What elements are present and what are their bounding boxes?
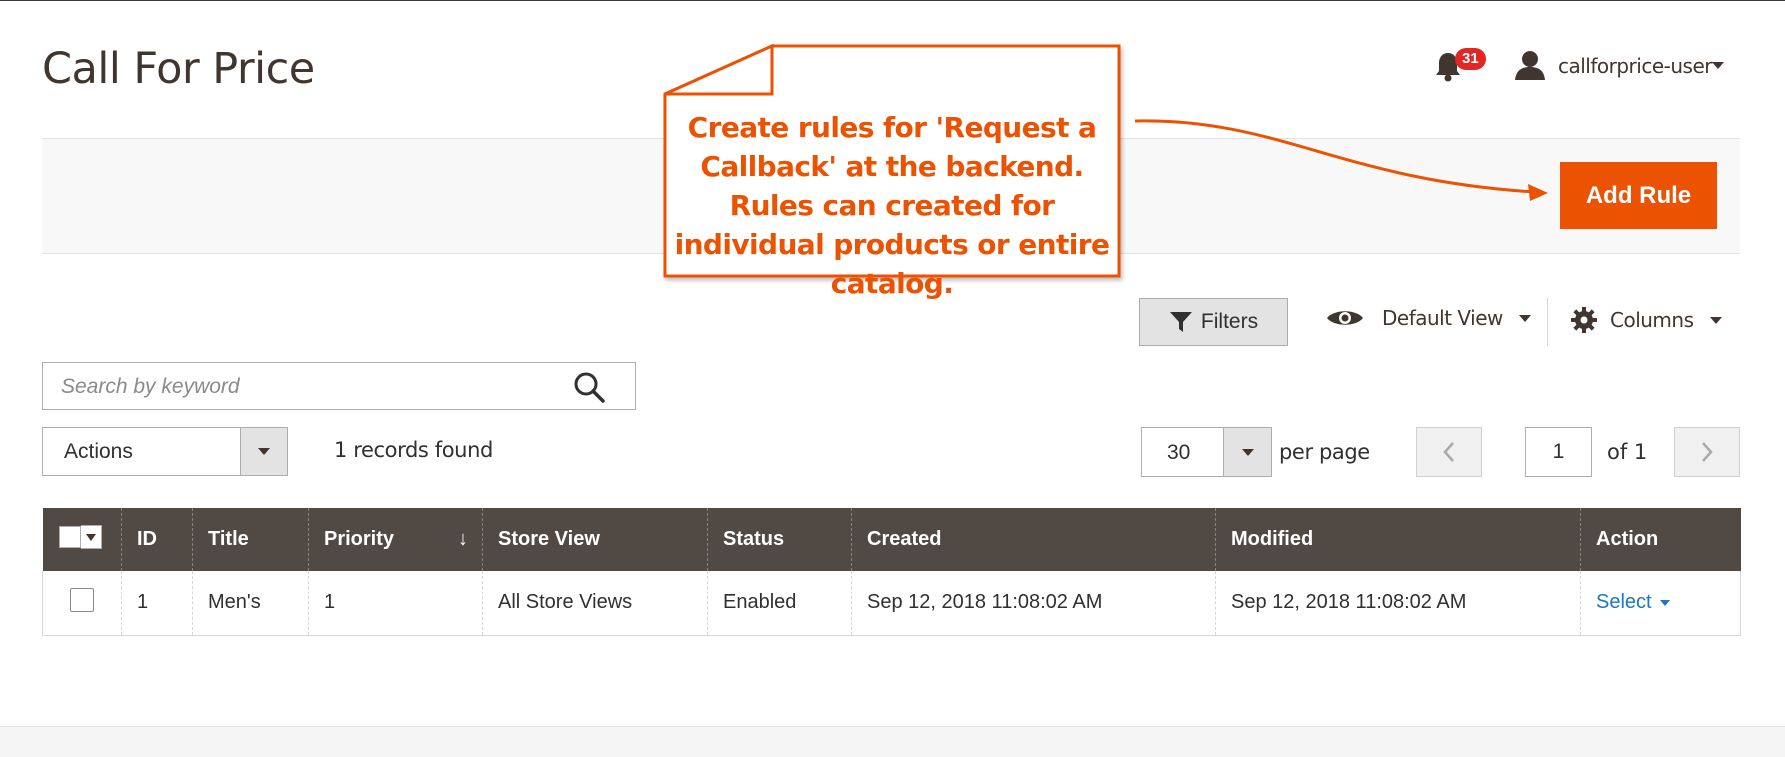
mass-select-toggle[interactable]	[80, 525, 102, 549]
column-header-id[interactable]: ID	[121, 508, 193, 571]
column-header-store-view[interactable]: Store View	[482, 508, 708, 571]
default-view-dropdown[interactable]: Default View	[1326, 306, 1531, 330]
default-view-label: Default View	[1382, 306, 1503, 330]
cell-created: Sep 12, 2018 11:08:02 AM	[851, 571, 1216, 636]
footer-band	[0, 726, 1785, 757]
sort-descending-icon: ↓	[458, 528, 468, 550]
per-page-select[interactable]: 30	[1141, 427, 1272, 477]
filters-label: Filters	[1200, 310, 1259, 333]
chevron-right-icon	[1702, 442, 1713, 462]
mass-actions-label: Actions	[64, 440, 133, 463]
rules-grid: ID Title Priority ↓ Store View Status Cr…	[42, 508, 1741, 636]
chevron-down-icon	[1659, 599, 1670, 606]
cell-priority: 1	[308, 571, 483, 636]
column-header-created[interactable]: Created	[851, 508, 1216, 571]
cell-action: Select	[1580, 571, 1741, 636]
page-prev-button[interactable]	[1416, 427, 1482, 477]
user-menu-caret-icon[interactable]	[1712, 62, 1724, 69]
columns-dropdown[interactable]: Columns	[1570, 306, 1722, 334]
column-header-action: Action	[1580, 508, 1741, 571]
column-header-status[interactable]: Status	[707, 508, 852, 571]
toolbar-divider	[1547, 298, 1548, 346]
filter-icon	[1169, 312, 1192, 332]
row-checkbox[interactable]	[70, 587, 94, 612]
mass-actions-toggle[interactable]	[240, 428, 287, 475]
user-icon[interactable]	[1514, 50, 1546, 85]
per-page-toggle[interactable]	[1223, 428, 1271, 476]
search-input[interactable]	[59, 363, 563, 411]
table-header-row: ID Title Priority ↓ Store View Status Cr…	[42, 508, 1741, 571]
add-rule-button[interactable]: Add Rule	[1560, 162, 1717, 229]
column-header-title[interactable]: Title	[192, 508, 309, 571]
gear-icon	[1571, 307, 1597, 333]
per-page-value: 30	[1167, 441, 1191, 464]
user-menu-name[interactable]: callforprice-user	[1558, 54, 1712, 78]
page-title: Call For Price	[42, 44, 315, 94]
cell-modified: Sep 12, 2018 11:08:02 AM	[1215, 571, 1581, 636]
column-header-priority-label: Priority	[324, 528, 395, 550]
mass-actions-select[interactable]: Actions	[42, 427, 288, 476]
chevron-left-icon	[1443, 442, 1454, 462]
row-action-select[interactable]: Select	[1596, 591, 1670, 614]
chevron-down-icon	[1241, 448, 1254, 456]
cell-status: Enabled	[707, 571, 852, 636]
top-border	[0, 0, 1785, 1]
notification-count-badge: 31	[1455, 48, 1486, 70]
page-next-button[interactable]	[1674, 427, 1740, 477]
cell-title: Men's	[192, 571, 309, 636]
eye-icon	[1327, 311, 1363, 325]
select-all-checkbox[interactable]	[58, 526, 81, 548]
search-icon[interactable]	[573, 371, 605, 403]
records-found: 1 records found	[334, 438, 493, 462]
page-total: of 1	[1607, 440, 1648, 464]
chevron-down-icon	[1518, 314, 1531, 322]
filters-button[interactable]: Filters	[1139, 298, 1288, 346]
columns-label: Columns	[1610, 308, 1694, 332]
row-select-cell	[42, 571, 122, 636]
row-action-label: Select	[1596, 591, 1652, 614]
cell-store-view: All Store Views	[482, 571, 708, 636]
cell-id: 1	[121, 571, 193, 636]
chevron-down-icon	[258, 448, 270, 455]
chevron-down-icon	[1709, 316, 1722, 324]
chevron-down-icon	[85, 533, 96, 541]
callout-text: Create rules for 'Request a Callback' at…	[674, 111, 1110, 300]
column-header-modified[interactable]: Modified	[1215, 508, 1581, 571]
select-all-header[interactable]	[42, 508, 122, 571]
column-header-priority[interactable]: Priority ↓	[308, 508, 483, 571]
per-page-label: per page	[1279, 440, 1370, 464]
current-page-input[interactable]	[1525, 427, 1592, 477]
table-row[interactable]: 1 Men's 1 All Store Views Enabled Sep 12…	[42, 571, 1741, 636]
search-box	[42, 362, 636, 411]
mass-select-checkbox[interactable]	[58, 525, 102, 549]
